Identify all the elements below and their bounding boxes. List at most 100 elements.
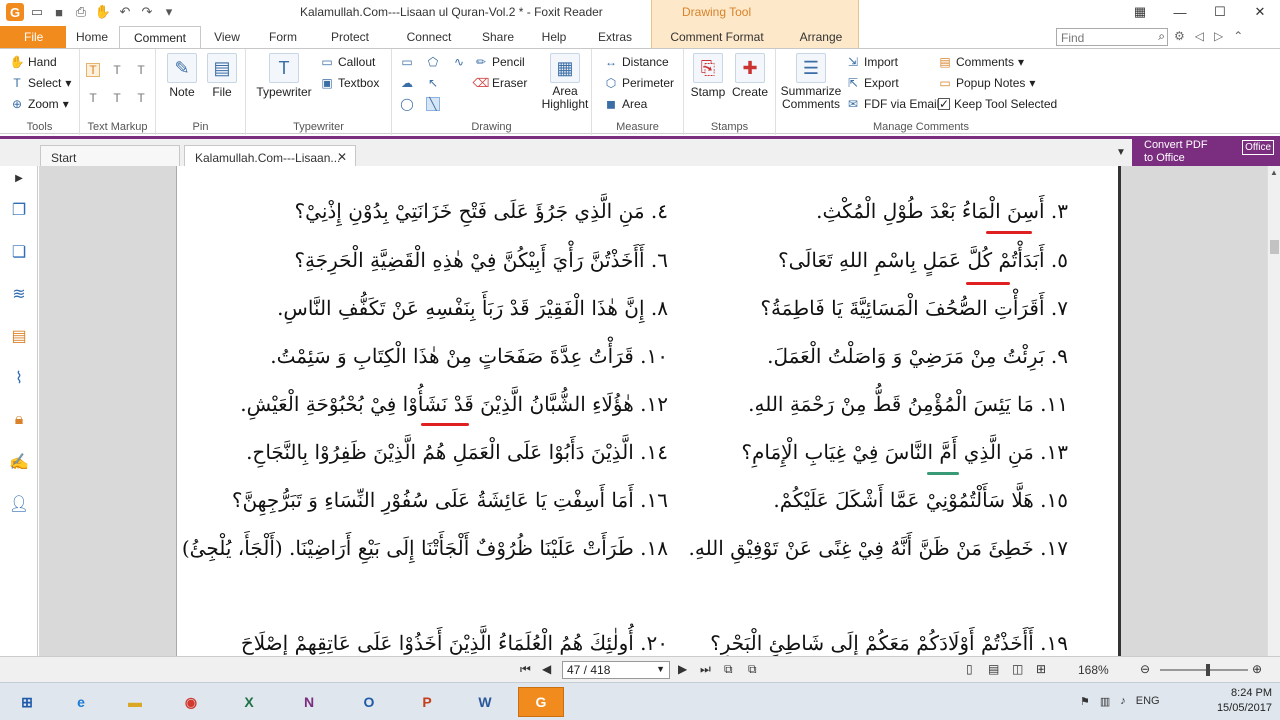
- hand-button[interactable]: ✋ Hand: [10, 55, 57, 69]
- windows-start-icon[interactable]: ⊞: [4, 687, 50, 717]
- tab-view[interactable]: View: [204, 26, 250, 49]
- undo-icon[interactable]: ↶: [116, 3, 134, 21]
- select-button[interactable]: T Select ▾: [10, 76, 71, 90]
- prev-page-icon[interactable]: ◀: [542, 662, 551, 676]
- foxit-taskbar-icon[interactable]: G: [518, 687, 564, 717]
- tray-network-icon[interactable]: ▥: [1100, 695, 1110, 708]
- chrome-icon[interactable]: ◉: [168, 687, 214, 717]
- distance-button[interactable]: ↔ Distance: [604, 55, 669, 69]
- file-tab[interactable]: File: [0, 26, 66, 48]
- cloud-icon[interactable]: ☁: [400, 76, 414, 90]
- single-page-icon[interactable]: ▯: [966, 662, 973, 676]
- rectangle-icon[interactable]: ▭: [400, 55, 414, 69]
- back-icon[interactable]: ◁: [1195, 29, 1204, 43]
- keep-tool-selected-checkbox[interactable]: ✓ Keep Tool Selected: [938, 97, 1057, 111]
- onenote-icon[interactable]: N: [286, 687, 332, 717]
- stamp-button[interactable]: ⎘ Stamp: [688, 53, 728, 99]
- squiggly-icon[interactable]: T: [110, 63, 124, 77]
- previous-view-icon[interactable]: ⧉: [724, 662, 733, 677]
- area-highlight-button[interactable]: ▦ Area Highlight: [538, 53, 592, 111]
- foxit-logo-icon[interactable]: G: [6, 3, 24, 21]
- search-icon[interactable]: ⌕: [1158, 29, 1165, 44]
- tab-extras[interactable]: Extras: [590, 26, 640, 49]
- minimize-button[interactable]: —: [1160, 0, 1200, 24]
- search-input[interactable]: Find ⌕: [1056, 28, 1168, 46]
- outlook-icon[interactable]: O: [346, 687, 392, 717]
- area-button[interactable]: ◼ Area: [604, 97, 647, 111]
- hand-quick-icon[interactable]: ✋: [94, 3, 112, 21]
- first-page-icon[interactable]: ⏮: [520, 662, 531, 677]
- customize-icon[interactable]: ▾: [160, 3, 178, 21]
- redo-icon[interactable]: ↷: [138, 3, 156, 21]
- eraser-button[interactable]: ⌫ Eraser: [473, 76, 528, 90]
- page-dropdown-icon[interactable]: ▼: [656, 664, 665, 674]
- arrow-icon[interactable]: ↖: [426, 76, 440, 90]
- export-button[interactable]: ⇱ Export: [846, 76, 899, 90]
- powerpoint-icon[interactable]: P: [404, 687, 450, 717]
- last-page-icon[interactable]: ⏭: [700, 662, 711, 677]
- facing-page-icon[interactable]: ◫: [1012, 662, 1023, 676]
- save-icon[interactable]: ■: [50, 3, 68, 21]
- tab-form[interactable]: Form: [258, 26, 308, 49]
- clock[interactable]: 8:24 PM 15/05/2017: [1217, 686, 1272, 716]
- tab-protect[interactable]: Protect: [320, 26, 380, 49]
- polygon-icon[interactable]: ⬠: [426, 55, 440, 69]
- continuous-facing-icon[interactable]: ⊞: [1036, 662, 1046, 676]
- print-icon[interactable]: ⎙: [72, 3, 90, 21]
- page-number-field[interactable]: 47 / 418 ▼: [562, 661, 670, 679]
- freeform-icon[interactable]: ∿: [452, 55, 466, 69]
- next-view-icon[interactable]: ⧉: [748, 662, 757, 677]
- line-annotation[interactable]: [927, 472, 959, 475]
- zoom-in-icon[interactable]: ⊕: [1252, 662, 1262, 676]
- user-icon[interactable]: 👤︎: [9, 494, 29, 514]
- convert-pdf-button[interactable]: Convert PDF to Office Office: [1132, 136, 1280, 166]
- tab-list-icon[interactable]: ▼: [1116, 147, 1126, 158]
- expand-panel-icon[interactable]: ▶: [9, 168, 29, 188]
- tab-comment[interactable]: Comment: [119, 26, 201, 49]
- tab-help[interactable]: Help: [532, 26, 576, 49]
- close-tab-icon[interactable]: ✕: [337, 150, 347, 164]
- pencil-annotation[interactable]: [966, 282, 1010, 285]
- strikeout-icon[interactable]: T: [86, 91, 100, 105]
- zoom-slider-knob[interactable]: [1206, 664, 1211, 676]
- open-icon[interactable]: ▭: [28, 3, 46, 21]
- fdf-email-button[interactable]: ✉ FDF via Email: [846, 97, 939, 111]
- tab-connect[interactable]: Connect: [398, 26, 460, 49]
- create-stamp-button[interactable]: ✚ Create: [730, 53, 770, 99]
- insert-text-icon[interactable]: T: [134, 91, 148, 105]
- highlight-icon[interactable]: T: [86, 63, 100, 77]
- zoom-level[interactable]: 168%: [1078, 663, 1109, 677]
- forward-icon[interactable]: ▷: [1214, 29, 1223, 43]
- security-lock-icon[interactable]: 🔒︎: [9, 410, 29, 430]
- typewriter-button[interactable]: T Typewriter: [254, 53, 314, 99]
- summarize-comments-button[interactable]: ☰ Summarize Comments: [780, 53, 842, 111]
- excel-icon[interactable]: X: [226, 687, 272, 717]
- callout-button[interactable]: ▭ Callout: [320, 55, 375, 69]
- scroll-thumb[interactable]: [1270, 240, 1279, 254]
- internet-explorer-icon[interactable]: e: [58, 687, 104, 717]
- oval-icon[interactable]: ◯: [400, 97, 414, 111]
- line-icon[interactable]: ╲: [426, 97, 440, 111]
- tab-share[interactable]: Share: [474, 26, 522, 49]
- tab-home[interactable]: Home: [66, 26, 118, 49]
- file-explorer-icon[interactable]: ▬: [112, 687, 158, 717]
- pencil-annotation[interactable]: [421, 423, 469, 426]
- bookmarks-icon[interactable]: ❐: [9, 200, 29, 220]
- note-button[interactable]: ✎ Note: [166, 53, 198, 99]
- layers-icon[interactable]: ≋: [9, 284, 29, 304]
- textbox-button[interactable]: ▣ Textbox: [320, 76, 379, 90]
- document-viewer[interactable]: ٣. أَسِنَ الْمَاءُ بَعْدَ طُوْلِ الْمُكْ…: [39, 166, 1267, 656]
- underline-icon[interactable]: T: [134, 63, 148, 77]
- attachments-icon[interactable]: ⌇: [9, 368, 29, 388]
- popup-notes-dropdown[interactable]: ▭ Popup Notes ▾: [938, 76, 1035, 90]
- tray-lang[interactable]: ENG: [1136, 695, 1160, 708]
- maximize-button[interactable]: ☐: [1200, 0, 1240, 24]
- file-attach-button[interactable]: ▤ File: [206, 53, 238, 99]
- comments-panel-icon[interactable]: ▤: [9, 326, 29, 346]
- pages-icon[interactable]: ❏: [9, 242, 29, 262]
- collapse-ribbon-icon[interactable]: ⌃: [1233, 29, 1243, 43]
- tab-arrange[interactable]: Arrange: [790, 26, 852, 49]
- zoom-slider[interactable]: [1160, 664, 1248, 676]
- perimeter-button[interactable]: ⬡ Perimeter: [604, 76, 674, 90]
- tray-flag-icon[interactable]: ⚑: [1080, 695, 1090, 708]
